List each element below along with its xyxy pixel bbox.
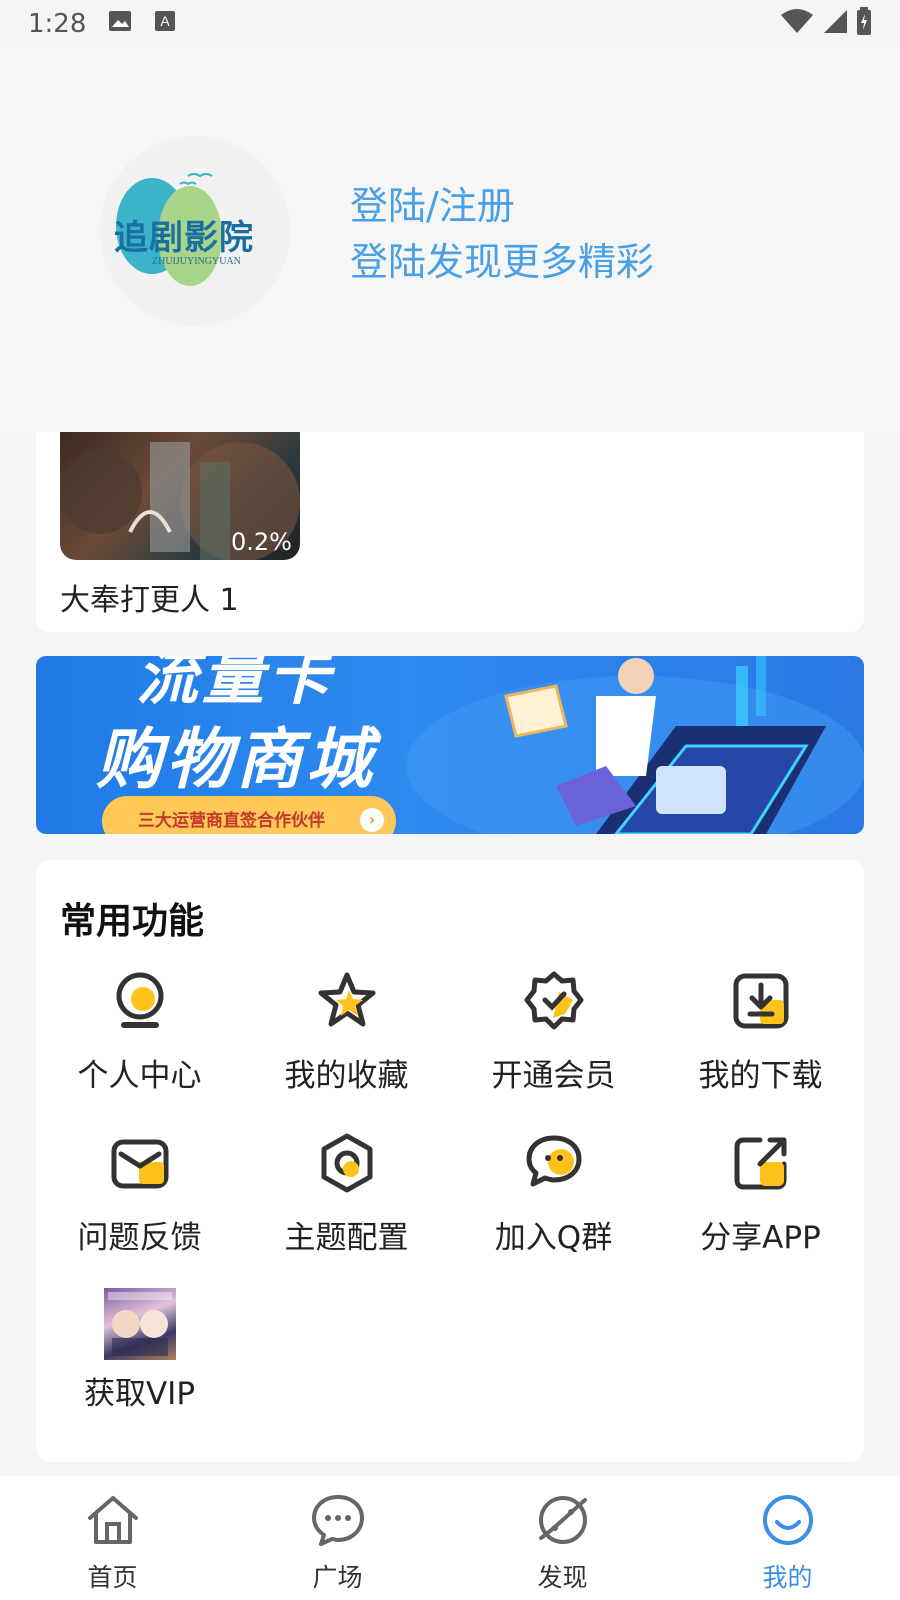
banner-pill[interactable]: 三大运营商直签合作伙伴 › xyxy=(102,796,396,834)
cell-signal-icon xyxy=(822,8,848,41)
tab-mine[interactable]: 我的 xyxy=(675,1476,900,1600)
login-register-link[interactable]: 登陆/注册 xyxy=(350,178,654,234)
func-label: 主题配置 xyxy=(284,1220,409,1256)
func-label: 我的下载 xyxy=(698,1058,823,1094)
func-label: 开通会员 xyxy=(491,1058,616,1094)
profile-header: 追剧影院 ZHUIJUYINGYUAN 登陆/注册 登陆发现更多精彩 xyxy=(0,48,900,432)
login-area[interactable]: 登陆/注册 登陆发现更多精彩 xyxy=(350,178,654,290)
recent-video-thumbnail[interactable]: 0.2% xyxy=(60,432,300,560)
status-bar: 1:28 A xyxy=(0,0,900,48)
download-icon xyxy=(733,973,789,1029)
func-share-app[interactable]: 分享APP xyxy=(657,1132,864,1272)
bottom-tab-bar: 首页 广场 发现 我的 xyxy=(0,1476,900,1600)
image-notification-icon xyxy=(108,9,132,39)
func-personal-center[interactable]: 个人中心 xyxy=(36,970,243,1110)
logo-title: 追剧影院 xyxy=(114,218,254,258)
promo-banner[interactable]: 流量卡 购物商城 三大运营商直签合作伙伴 › xyxy=(36,656,864,834)
recent-video-title[interactable]: 大奉打更人 1 xyxy=(60,575,239,619)
text-notification-icon: A xyxy=(154,9,176,39)
func-label: 获取VIP xyxy=(83,1376,196,1412)
star-icon xyxy=(318,972,376,1027)
battery-icon xyxy=(856,6,872,42)
tab-discover[interactable]: 发现 xyxy=(450,1476,675,1600)
svg-text:A: A xyxy=(161,13,171,29)
login-tagline: 登陆发现更多精彩 xyxy=(350,240,655,284)
smile-icon xyxy=(762,1495,813,1545)
func-join-qq-group[interactable]: 加入Q群 xyxy=(450,1132,657,1272)
tab-label: 发现 xyxy=(537,1563,588,1592)
recent-watch-card: 0.2% 大奉打更人 1 xyxy=(36,432,864,632)
share-icon xyxy=(734,1137,787,1190)
logo-subtitle: ZHUIJUYINGYUAN xyxy=(152,256,241,267)
home-icon xyxy=(87,1496,138,1544)
func-feedback[interactable]: 问题反馈 xyxy=(36,1132,243,1272)
tab-square[interactable]: 广场 xyxy=(225,1476,450,1600)
func-downloads[interactable]: 我的下载 xyxy=(657,970,864,1110)
banner-pill-text: 三大运营商直签合作伙伴 xyxy=(138,811,325,831)
func-label: 个人中心 xyxy=(77,1058,202,1094)
banner-main-text: 购物商城 xyxy=(96,721,376,798)
common-functions-card: 常用功能 个人中心 我的收藏 开通会员 我的下载 问题反馈 主题配置 加入Q群 … xyxy=(36,860,864,1462)
vip-badge-icon xyxy=(524,971,584,1030)
planet-icon xyxy=(538,1496,587,1544)
chat-bubble-icon xyxy=(311,1495,364,1546)
tab-home[interactable]: 首页 xyxy=(0,1476,225,1600)
func-theme[interactable]: 主题配置 xyxy=(243,1132,450,1272)
func-label: 分享APP xyxy=(700,1220,821,1256)
tab-label: 广场 xyxy=(312,1563,363,1592)
watch-progress: 0.2% xyxy=(231,528,292,556)
tab-label: 首页 xyxy=(87,1563,138,1592)
functions-title: 常用功能 xyxy=(60,901,205,942)
user-icon xyxy=(116,972,164,1028)
theme-icon xyxy=(321,1133,373,1193)
chevron-right-icon: › xyxy=(360,808,384,832)
wifi-icon xyxy=(780,8,814,41)
mail-icon xyxy=(111,1139,169,1189)
func-label: 问题反馈 xyxy=(77,1220,202,1256)
func-label: 我的收藏 xyxy=(284,1058,409,1094)
status-time: 1:28 xyxy=(28,9,87,39)
chat-group-icon xyxy=(526,1135,582,1187)
func-open-vip[interactable]: 开通会员 xyxy=(450,970,657,1110)
func-get-vip[interactable]: 获取VIP xyxy=(36,1288,243,1428)
func-label: 加入Q群 xyxy=(494,1220,613,1256)
get-vip-image xyxy=(104,1288,176,1360)
func-favorites[interactable]: 我的收藏 xyxy=(243,970,450,1110)
app-logo[interactable]: 追剧影院 ZHUIJUYINGYUAN xyxy=(100,136,290,326)
tab-label: 我的 xyxy=(762,1563,813,1592)
